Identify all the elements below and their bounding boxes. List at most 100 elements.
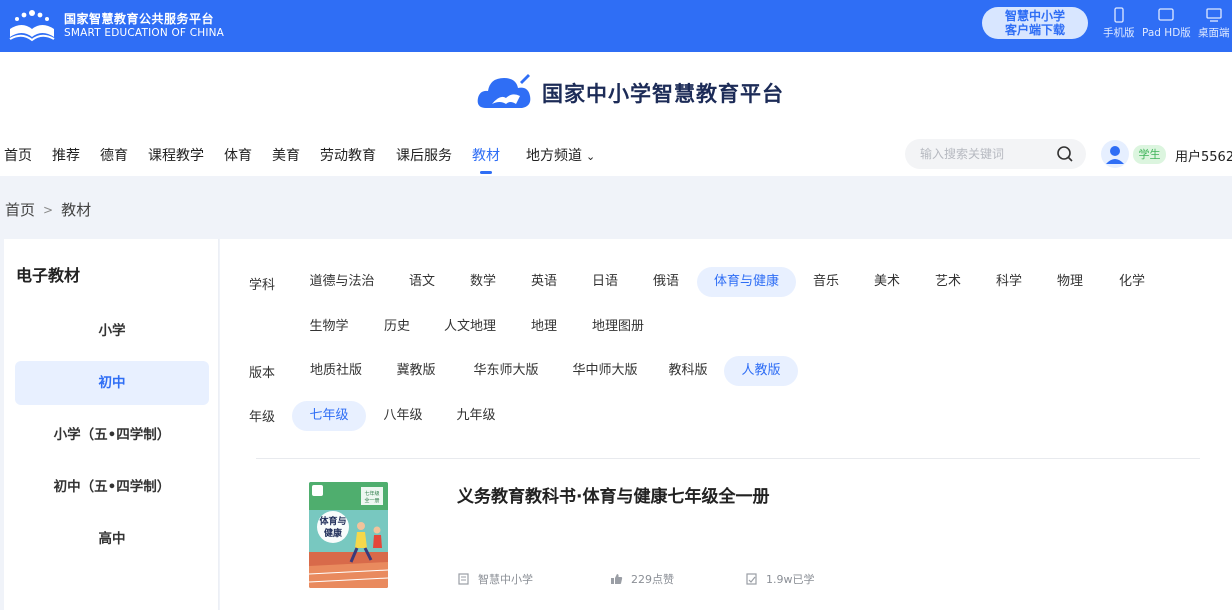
breadcrumb: 首页 > 教材 <box>5 199 91 220</box>
brand[interactable]: 国家智慧教育公共服务平台 SMART EDUCATION OF CHINA <box>6 6 224 46</box>
book-publisher: 智慧中小学 <box>458 571 533 587</box>
nav-labor[interactable]: 劳动教育 <box>320 145 376 175</box>
edition-chip[interactable]: 冀教版 <box>388 356 444 386</box>
brand-name-en: SMART EDUCATION OF CHINA <box>64 26 225 39</box>
site-header: 国家中小学智慧教育平台 首页 推荐 德育 课程教学 体育 美育 劳动教育 课后服… <box>0 52 1232 176</box>
subject-chip[interactable]: 物理 <box>1040 267 1100 297</box>
subject-chip-active[interactable]: 体育与健康 <box>697 267 796 297</box>
book-learners: 1.9w已学 <box>746 571 815 587</box>
publisher-text: 智慧中小学 <box>478 573 533 586</box>
textbook-panel: 学科 道德与法治 语文 数学 英语 日语 俄语 体育与健康 音乐 美术 艺术 科… <box>220 239 1232 610</box>
nav-courses[interactable]: 课程教学 <box>148 145 204 175</box>
subject-chip[interactable]: 化学 <box>1102 267 1162 297</box>
search-input[interactable]: 输入搜索关键词 <box>920 145 1004 162</box>
download-line-1: 智慧中小学 <box>1004 9 1065 23</box>
thumbs-up-icon <box>611 574 623 584</box>
sidebar-title: 电子教材 <box>16 266 81 285</box>
desktop-icon <box>1206 8 1222 22</box>
subject-chip[interactable]: 艺术 <box>918 267 978 297</box>
subject-chip[interactable]: 英语 <box>514 267 574 297</box>
nav-arts[interactable]: 美育 <box>272 145 300 175</box>
user-avatar-icon <box>1106 146 1124 164</box>
cover-grade: 七年级 <box>364 490 379 497</box>
search-box[interactable]: 输入搜索关键词 <box>905 139 1086 169</box>
breadcrumb-current: 教材 <box>61 201 92 219</box>
site-logo[interactable]: 国家中小学智慧教育平台 <box>476 70 784 116</box>
subject-chip[interactable]: 道德与法治 <box>298 267 386 297</box>
device-desktop-label: 桌面端 <box>1198 27 1230 39</box>
nav-sports[interactable]: 体育 <box>224 145 252 175</box>
top-bar: 国家智慧教育公共服务平台 SMART EDUCATION OF CHINA 智慧… <box>0 0 1232 52</box>
subject-chip[interactable]: 人文地理 <box>438 312 502 342</box>
book-cover[interactable]: 七年级 全一册 体育与 健康 <box>309 482 388 588</box>
smart-education-logo-icon <box>9 10 55 42</box>
divider <box>256 458 1200 459</box>
cover-title-2: 健康 <box>324 527 343 539</box>
cloud-book-logo-icon <box>477 74 531 108</box>
cover-volume: 全一册 <box>364 497 379 504</box>
subject-chip[interactable]: 地理 <box>522 312 566 342</box>
client-download-button[interactable]: 智慧中小学 客户端下载 <box>982 7 1088 39</box>
nav-after-school[interactable]: 课后服务 <box>396 145 452 175</box>
nav-recommend[interactable]: 推荐 <box>52 145 80 175</box>
grade-chip[interactable]: 八年级 <box>375 401 431 431</box>
role-badge: 学生 <box>1133 145 1166 164</box>
edition-chip[interactable]: 教科版 <box>660 356 716 386</box>
edition-chip-active[interactable]: 人教版 <box>724 356 798 386</box>
sidebar-item-junior-54[interactable]: 初中（五•四学制） <box>15 465 209 509</box>
nav-home[interactable]: 首页 <box>4 145 32 175</box>
subject-chip[interactable]: 美术 <box>857 267 917 297</box>
avatar[interactable] <box>1101 140 1129 168</box>
phone-icon <box>1114 7 1124 23</box>
sidebar-item-senior[interactable]: 高中 <box>15 517 209 561</box>
username[interactable]: 用户5562 <box>1175 146 1232 165</box>
site-title: 国家中小学智慧教育平台 <box>542 81 784 106</box>
sidebar-item-junior[interactable]: 初中 <box>15 361 209 405</box>
subject-chip[interactable]: 语文 <box>392 267 452 297</box>
nav-moral[interactable]: 德育 <box>100 145 128 175</box>
subject-chip[interactable]: 数学 <box>453 267 513 297</box>
study-record-icon <box>746 573 757 585</box>
brand-name-cn: 国家智慧教育公共服务平台 <box>64 11 215 26</box>
sidebar-item-primary-54[interactable]: 小学（五•四学制） <box>15 413 209 457</box>
nav-local-channel-label: 地方频道 <box>526 148 582 164</box>
sidebar: 电子教材 小学 初中 小学（五•四学制） 初中（五•四学制） 高中 <box>4 239 219 610</box>
device-tablet-label: Pad HD版 <box>1142 27 1191 39</box>
likes-text: 229点赞 <box>631 573 674 586</box>
subject-chip[interactable]: 日语 <box>575 267 635 297</box>
grade-chip-active[interactable]: 七年级 <box>292 401 366 431</box>
edition-chip[interactable]: 华中师大版 <box>563 356 647 386</box>
document-icon <box>458 573 469 585</box>
nav-local-channel[interactable]: 地方频道 ⌄ <box>526 145 595 175</box>
subject-label: 学科 <box>249 278 276 293</box>
book-title[interactable]: 义务教育教科书·体育与健康七年级全一册 <box>457 482 769 507</box>
subject-chip[interactable]: 地理图册 <box>584 312 652 342</box>
breadcrumb-separator-icon: > <box>43 202 54 217</box>
learners-text: 1.9w已学 <box>766 573 815 586</box>
download-line-2: 客户端下载 <box>1004 23 1065 37</box>
subject-chip[interactable]: 生物学 <box>303 312 355 342</box>
sidebar-item-primary[interactable]: 小学 <box>15 309 209 353</box>
chevron-down-icon: ⌄ <box>586 150 596 163</box>
tablet-icon <box>1158 8 1175 21</box>
grade-chip[interactable]: 九年级 <box>448 401 504 431</box>
edition-chip[interactable]: 华东师大版 <box>464 356 548 386</box>
device-phone[interactable]: 手机版 <box>1103 7 1135 40</box>
device-phone-label: 手机版 <box>1103 27 1135 39</box>
subject-chip[interactable]: 俄语 <box>636 267 696 297</box>
edition-chip[interactable]: 地质社版 <box>300 356 372 386</box>
search-icon[interactable] <box>1056 145 1074 163</box>
device-tablet[interactable]: Pad HD版 <box>1142 7 1191 40</box>
main-nav: 首页 推荐 德育 课程教学 体育 美育 劳动教育 课后服务 教材 地方频道 ⌄ <box>4 145 615 175</box>
nav-textbooks[interactable]: 教材 <box>472 145 500 175</box>
device-desktop[interactable]: 桌面端 <box>1198 7 1230 40</box>
edition-label: 版本 <box>249 366 276 381</box>
cover-title-1: 体育与 <box>319 515 346 527</box>
subject-chip[interactable]: 历史 <box>374 312 420 342</box>
subject-chip[interactable]: 科学 <box>979 267 1039 297</box>
book-cover-image: 七年级 全一册 体育与 健康 <box>309 482 388 588</box>
breadcrumb-home[interactable]: 首页 <box>5 199 35 220</box>
grade-label: 年级 <box>249 410 276 425</box>
book-likes: 229点赞 <box>610 571 674 587</box>
subject-chip[interactable]: 音乐 <box>796 267 856 297</box>
